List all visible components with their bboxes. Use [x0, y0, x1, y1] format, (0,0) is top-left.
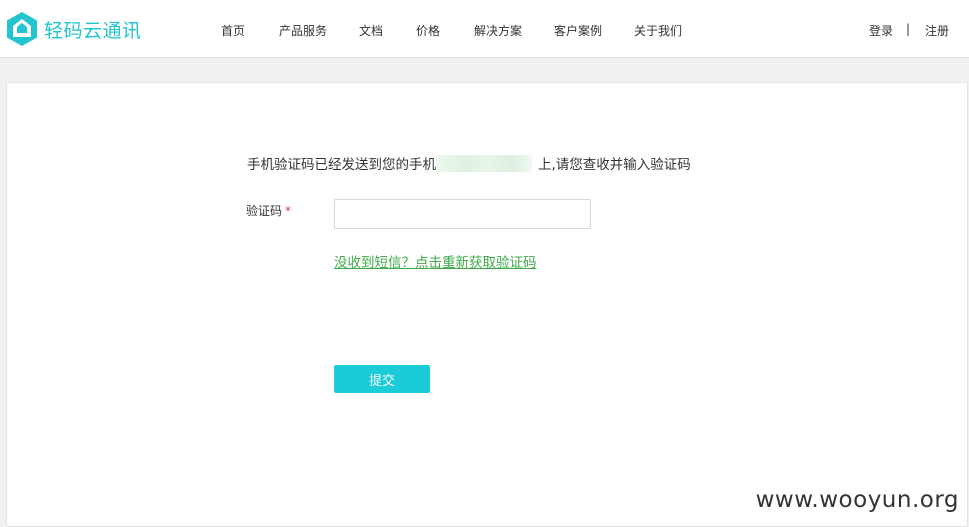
nav-item-cases[interactable]: 客户案例	[554, 22, 602, 39]
notice-suffix: 上,请您查收并输入验证码	[538, 157, 691, 173]
nav-item-about[interactable]: 关于我们	[634, 22, 682, 39]
resend-code-link[interactable]: 没收到短信？点击重新获取验证码	[334, 251, 537, 271]
submit-button[interactable]: 提交	[334, 365, 430, 393]
masked-phone-number	[436, 154, 532, 172]
notice-prefix: 手机验证码已经发送到您的手机	[247, 157, 436, 173]
verify-card	[6, 82, 968, 527]
nav-item-docs[interactable]: 文档	[359, 22, 383, 39]
sms-sent-notice: 手机验证码已经发送到您的手机 上,请您查收并输入验证码	[247, 153, 691, 173]
login-link[interactable]: 登录	[869, 22, 893, 39]
nav-item-home[interactable]: 首页	[221, 22, 245, 39]
nav-item-pricing[interactable]: 价格	[416, 22, 440, 39]
register-link[interactable]: 注册	[925, 22, 949, 39]
code-label: 验证码 *	[246, 202, 291, 219]
verification-code-input[interactable]	[334, 199, 591, 229]
watermark: www.wooyun.org	[755, 487, 959, 513]
nav-item-products[interactable]: 产品服务	[279, 22, 327, 39]
main-nav: 首页 产品服务 文档 价格 解决方案 客户案例 关于我们	[0, 0, 969, 58]
nav-item-solutions[interactable]: 解决方案	[474, 22, 522, 39]
code-label-text: 验证码	[246, 204, 283, 218]
top-navbar: 轻码云通讯 首页 产品服务 文档 价格 解决方案 客户案例 关于我们 登录 | …	[0, 0, 969, 58]
auth-separator: |	[906, 22, 911, 36]
required-mark: *	[285, 204, 292, 218]
